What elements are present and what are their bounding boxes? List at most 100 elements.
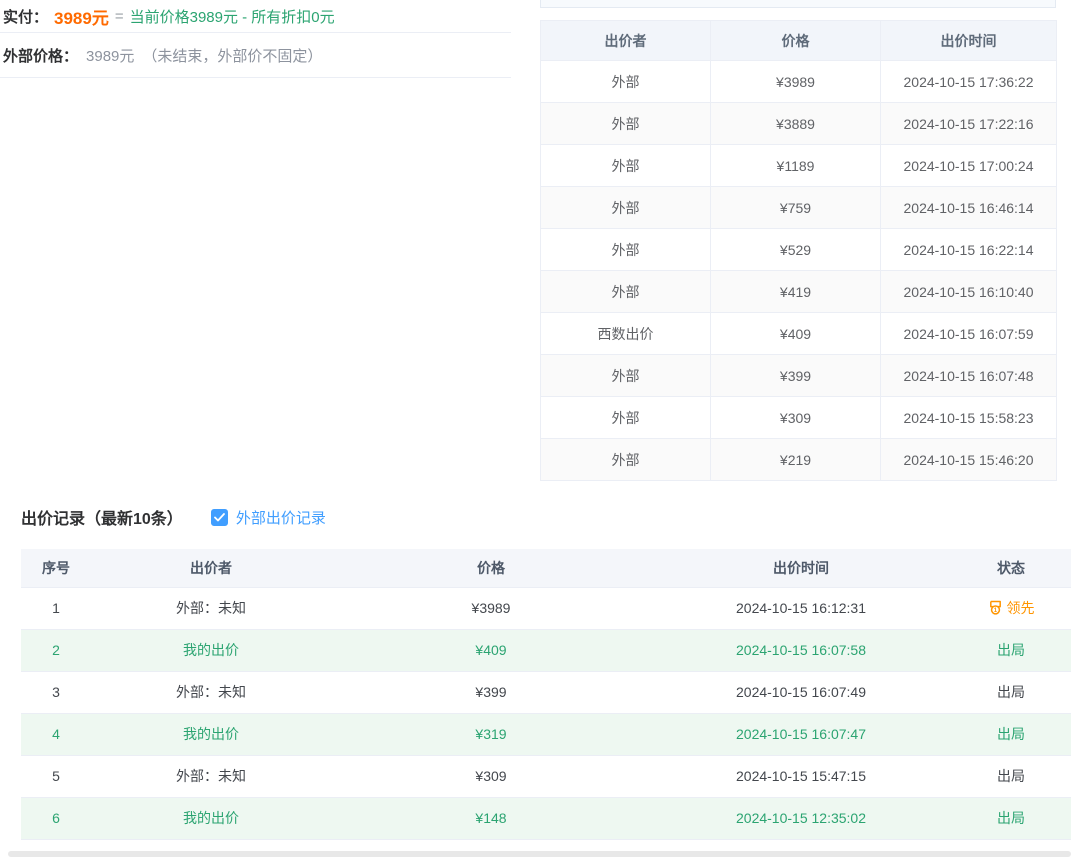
table-row: 外部 ¥419 2024-10-15 16:10:40 <box>541 271 1057 313</box>
price-cell: ¥399 <box>711 355 881 397</box>
external-bids-table: 出价者 价格 出价时间 外部 ¥3989 2024-10-15 17:36:22… <box>540 20 1056 481</box>
bidder-cell: 我的出价 <box>91 713 331 755</box>
bidder-cell: 外部 <box>541 103 711 145</box>
bidder-cell: 外部：未知 <box>91 671 331 713</box>
table-row: 西数出价 ¥409 2024-10-15 16:07:59 <box>541 313 1057 355</box>
time-cell: 2024-10-15 16:12:31 <box>651 587 951 629</box>
status-cell: 出局 <box>951 671 1071 713</box>
bidder-cell: 我的出价 <box>91 797 331 839</box>
bidder-cell: 外部 <box>541 229 711 271</box>
time-cell: 2024-10-15 16:10:40 <box>881 271 1057 313</box>
cutoff-row-sliver <box>540 0 1056 8</box>
time-cell: 2024-10-15 15:47:15 <box>651 755 951 797</box>
table-row: 外部 ¥309 2024-10-15 15:58:23 <box>541 397 1057 439</box>
price-cell: ¥309 <box>711 397 881 439</box>
price-cell: ¥309 <box>331 755 651 797</box>
price-cell: ¥399 <box>331 671 651 713</box>
price-cell: ¥1189 <box>711 145 881 187</box>
external-bids-checkbox-label[interactable]: 外部出价记录 <box>236 507 326 528</box>
payment-summary: 实付： 3989元 = 当前价格3989元 - 所有折扣0元 外部价格： 398… <box>0 0 511 78</box>
actual-payment-label: 实付： <box>3 6 48 27</box>
bidder-cell: 西数出价 <box>541 313 711 355</box>
bidder-cell: 外部 <box>541 271 711 313</box>
external-bids-header-row: 出价者 价格 出价时间 <box>541 21 1057 61</box>
index-cell: 5 <box>21 755 91 797</box>
table-row: 外部 ¥529 2024-10-15 16:22:14 <box>541 229 1057 271</box>
table-row: 外部 ¥3889 2024-10-15 17:22:16 <box>541 103 1057 145</box>
bid-records-table: 序号 出价者 价格 出价时间 状态 1 外部：未知 ¥3989 2024-10-… <box>21 549 1071 840</box>
check-icon <box>214 513 225 522</box>
status-leading-badge: 1 领先 <box>988 598 1035 618</box>
external-bids-checkbox[interactable] <box>211 509 228 526</box>
col-header-index: 序号 <box>21 549 91 587</box>
price-cell: ¥148 <box>331 797 651 839</box>
external-price-value: 3989元 <box>86 45 134 66</box>
col-header-bidder: 出价者 <box>91 549 331 587</box>
external-price-line: 外部价格： 3989元 （未结束，外部价不固定） <box>0 33 511 78</box>
price-formula: 当前价格3989元 - 所有折扣0元 <box>130 6 335 27</box>
index-cell: 6 <box>21 797 91 839</box>
bid-records-header: 出价记录（最新10条） 外部出价记录 <box>21 505 326 529</box>
time-cell: 2024-10-15 12:35:02 <box>651 797 951 839</box>
table-row: 外部 ¥219 2024-10-15 15:46:20 <box>541 439 1057 481</box>
price-cell: ¥759 <box>711 187 881 229</box>
col-header-time: 出价时间 <box>651 549 951 587</box>
price-cell: ¥3989 <box>711 61 881 103</box>
col-header-price: 价格 <box>331 549 651 587</box>
table-row: 3 外部：未知 ¥399 2024-10-15 16:07:49 出局 <box>21 671 1071 713</box>
bidder-cell: 外部 <box>541 397 711 439</box>
status-cell: 出局 <box>951 713 1071 755</box>
time-cell: 2024-10-15 16:07:59 <box>881 313 1057 355</box>
horizontal-scrollbar[interactable] <box>8 851 1071 857</box>
table-row: 1 外部：未知 ¥3989 2024-10-15 16:12:31 1 领先 <box>21 587 1071 629</box>
status-cell: 出局 <box>951 629 1071 671</box>
price-cell: ¥529 <box>711 229 881 271</box>
status-cell: 出局 <box>951 755 1071 797</box>
bidder-cell: 外部 <box>541 187 711 229</box>
time-cell: 2024-10-15 16:46:14 <box>881 187 1057 229</box>
table-row: 5 外部：未知 ¥309 2024-10-15 15:47:15 出局 <box>21 755 1071 797</box>
bidder-cell: 外部 <box>541 439 711 481</box>
time-cell: 2024-10-15 16:07:49 <box>651 671 951 713</box>
bid-records-header-row: 序号 出价者 价格 出价时间 状态 <box>21 549 1071 587</box>
external-bids-checkbox-group[interactable]: 外部出价记录 <box>211 507 326 528</box>
bidder-cell: 外部 <box>541 355 711 397</box>
table-row: 外部 ¥3989 2024-10-15 17:36:22 <box>541 61 1057 103</box>
time-cell: 2024-10-15 15:46:20 <box>881 439 1057 481</box>
price-cell: ¥3889 <box>711 103 881 145</box>
medal-first-icon: 1 <box>988 600 1003 616</box>
table-row: 外部 ¥759 2024-10-15 16:46:14 <box>541 187 1057 229</box>
time-cell: 2024-10-15 17:00:24 <box>881 145 1057 187</box>
table-row-my-bid: 6 我的出价 ¥148 2024-10-15 12:35:02 出局 <box>21 797 1071 839</box>
index-cell: 1 <box>21 587 91 629</box>
price-cell: ¥219 <box>711 439 881 481</box>
time-cell: 2024-10-15 16:07:58 <box>651 629 951 671</box>
time-cell: 2024-10-15 16:07:48 <box>881 355 1057 397</box>
col-header-bidder: 出价者 <box>541 21 711 61</box>
bidder-cell: 外部 <box>541 145 711 187</box>
price-cell: ¥419 <box>711 271 881 313</box>
table-row: 外部 ¥1189 2024-10-15 17:00:24 <box>541 145 1057 187</box>
bidder-cell: 外部 <box>541 61 711 103</box>
table-row-my-bid: 2 我的出价 ¥409 2024-10-15 16:07:58 出局 <box>21 629 1071 671</box>
price-cell: ¥3989 <box>331 587 651 629</box>
time-cell: 2024-10-15 15:58:23 <box>881 397 1057 439</box>
external-price-note: （未结束，外部价不固定） <box>142 45 322 66</box>
bidder-cell: 外部：未知 <box>91 755 331 797</box>
status-cell: 出局 <box>951 797 1071 839</box>
index-cell: 3 <box>21 671 91 713</box>
table-row: 外部 ¥399 2024-10-15 16:07:48 <box>541 355 1057 397</box>
table-row-my-bid: 4 我的出价 ¥319 2024-10-15 16:07:47 出局 <box>21 713 1071 755</box>
price-cell: ¥409 <box>711 313 881 355</box>
time-cell: 2024-10-15 17:36:22 <box>881 61 1057 103</box>
time-cell: 2024-10-15 17:22:16 <box>881 103 1057 145</box>
col-header-time: 出价时间 <box>881 21 1057 61</box>
status-cell: 1 领先 <box>951 587 1071 629</box>
actual-payment-amount: 3989元 <box>54 4 109 29</box>
status-text: 领先 <box>1007 598 1035 618</box>
time-cell: 2024-10-15 16:07:47 <box>651 713 951 755</box>
price-cell: ¥319 <box>331 713 651 755</box>
index-cell: 4 <box>21 713 91 755</box>
bidder-cell: 我的出价 <box>91 629 331 671</box>
time-cell: 2024-10-15 16:22:14 <box>881 229 1057 271</box>
